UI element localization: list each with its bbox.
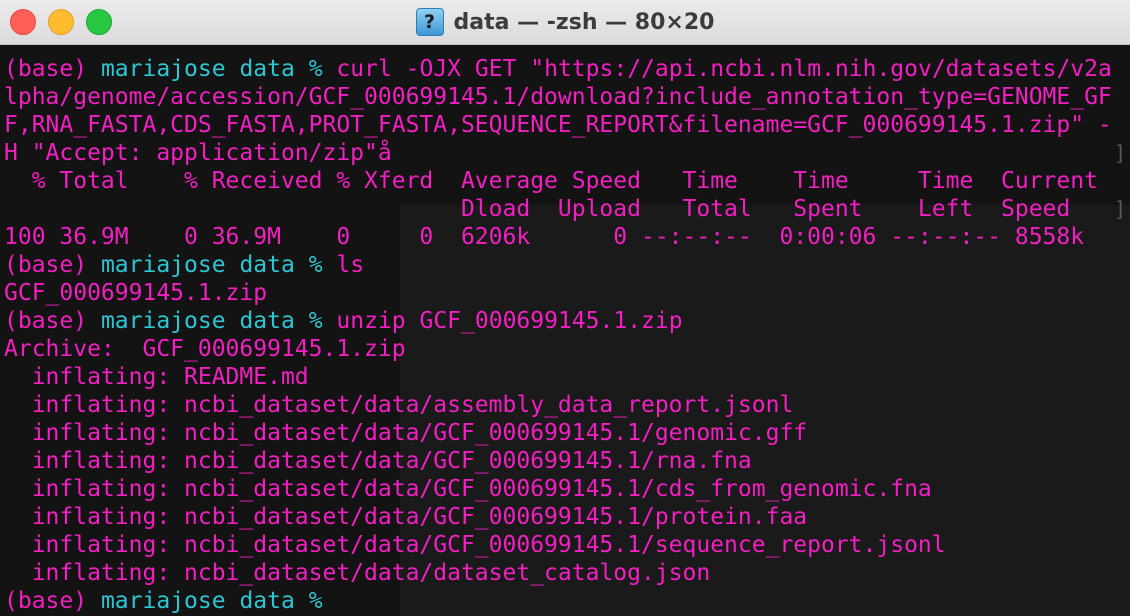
output-text: inflating: ncbi_dataset/data/dataset_cat… xyxy=(4,560,711,586)
output-text: Dload Upload Total Spent Left Speed xyxy=(4,196,1071,222)
question-file-icon: ? xyxy=(415,8,444,36)
output-line: GCF_000699145.1.zip xyxy=(4,279,1130,307)
output-line: lpha/genome/accession/GCF_000699145.1/do… xyxy=(4,83,1130,111)
output-line: H "Accept: application/zip"å] xyxy=(4,139,1130,167)
output-text: inflating: ncbi_dataset/data/GCF_0006991… xyxy=(4,532,946,558)
prompt-user: mariajose xyxy=(100,308,226,334)
prompt-env: (base) xyxy=(4,308,88,334)
prompt-line: (base) mariajose data % curl -OJX GET "h… xyxy=(4,55,1130,83)
output-line: inflating: ncbi_dataset/data/GCF_0006991… xyxy=(4,503,1130,531)
prompt-symbol: % xyxy=(308,308,323,334)
prompt-line: (base) mariajose data % unzip GCF_000699… xyxy=(4,307,1130,335)
output-text: H "Accept: application/zip"å xyxy=(4,140,392,166)
prompt-dir: data xyxy=(239,56,295,82)
output-line: inflating: ncbi_dataset/data/dataset_cat… xyxy=(4,559,1130,587)
output-text: Archive: GCF_000699145.1.zip xyxy=(4,336,406,362)
title-bar[interactable]: ? data — -zsh — 80×20 xyxy=(0,0,1130,45)
output-line: Archive: GCF_000699145.1.zip xyxy=(4,335,1130,363)
terminal-window: ? data — -zsh — 80×20 (base) mariajose d… xyxy=(0,0,1130,616)
output-text: % Total % Received % Xferd Average Speed… xyxy=(4,168,1098,194)
prompt-user: mariajose xyxy=(100,56,226,82)
output-line: inflating: ncbi_dataset/data/assembly_da… xyxy=(4,391,1130,419)
prompt-env: (base) xyxy=(4,56,88,82)
output-text: inflating: ncbi_dataset/data/GCF_0006991… xyxy=(4,504,808,530)
prompt-symbol: % xyxy=(308,252,323,278)
output-line: inflating: README.md xyxy=(4,363,1130,391)
output-text: inflating: ncbi_dataset/data/GCF_0006991… xyxy=(4,448,752,474)
output-text: lpha/genome/accession/GCF_000699145.1/do… xyxy=(4,84,1112,110)
line-wrap-marker: ] xyxy=(1113,197,1126,221)
prompt-dir: data xyxy=(239,252,295,278)
prompt-env: (base) xyxy=(4,588,88,614)
output-line: inflating: ncbi_dataset/data/GCF_0006991… xyxy=(4,475,1130,503)
output-text: inflating: ncbi_dataset/data/GCF_0006991… xyxy=(4,476,932,502)
command-text: unzip GCF_000699145.1.zip xyxy=(336,308,683,334)
prompt-line: (base) mariajose data % xyxy=(4,587,1130,615)
output-line: % Total % Received % Xferd Average Speed… xyxy=(4,167,1130,195)
output-text: inflating: ncbi_dataset/data/GCF_0006991… xyxy=(4,420,808,446)
prompt-user: mariajose xyxy=(100,588,226,614)
prompt-env: (base) xyxy=(4,252,88,278)
prompt-dir: data xyxy=(239,308,295,334)
output-text: 100 36.9M 0 36.9M 0 0 6206k 0 --:--:-- 0… xyxy=(4,224,1085,250)
output-line: F,RNA_FASTA,CDS_FASTA,PROT_FASTA,SEQUENC… xyxy=(4,111,1130,139)
prompt-dir: data xyxy=(239,588,295,614)
output-text: F,RNA_FASTA,CDS_FASTA,PROT_FASTA,SEQUENC… xyxy=(4,112,1112,138)
terminal-output[interactable]: (base) mariajose data % curl -OJX GET "h… xyxy=(0,45,1130,616)
line-wrap-marker: ] xyxy=(1113,141,1126,165)
output-line: inflating: ncbi_dataset/data/GCF_0006991… xyxy=(4,419,1130,447)
prompt-symbol: % xyxy=(308,588,323,614)
output-text: GCF_000699145.1.zip xyxy=(4,280,268,306)
prompt-symbol: % xyxy=(308,56,323,82)
window-title-group: ? data — -zsh — 80×20 xyxy=(0,0,1130,44)
output-text: inflating: ncbi_dataset/data/assembly_da… xyxy=(4,392,794,418)
output-line: Dload Upload Total Spent Left Speed] xyxy=(4,195,1130,223)
output-line: inflating: ncbi_dataset/data/GCF_0006991… xyxy=(4,447,1130,475)
command-text: curl -OJX GET "https://api.ncbi.nlm.nih.… xyxy=(336,56,1112,82)
window-title: data — -zsh — 80×20 xyxy=(453,9,715,35)
command-text: ls xyxy=(336,252,365,278)
prompt-line: (base) mariajose data % ls xyxy=(4,251,1130,279)
terminal-lines: (base) mariajose data % curl -OJX GET "h… xyxy=(4,55,1130,615)
output-line: 100 36.9M 0 36.9M 0 0 6206k 0 --:--:-- 0… xyxy=(4,223,1130,251)
output-text: inflating: README.md xyxy=(4,364,309,390)
output-line: inflating: ncbi_dataset/data/GCF_0006991… xyxy=(4,531,1130,559)
prompt-user: mariajose xyxy=(100,252,226,278)
